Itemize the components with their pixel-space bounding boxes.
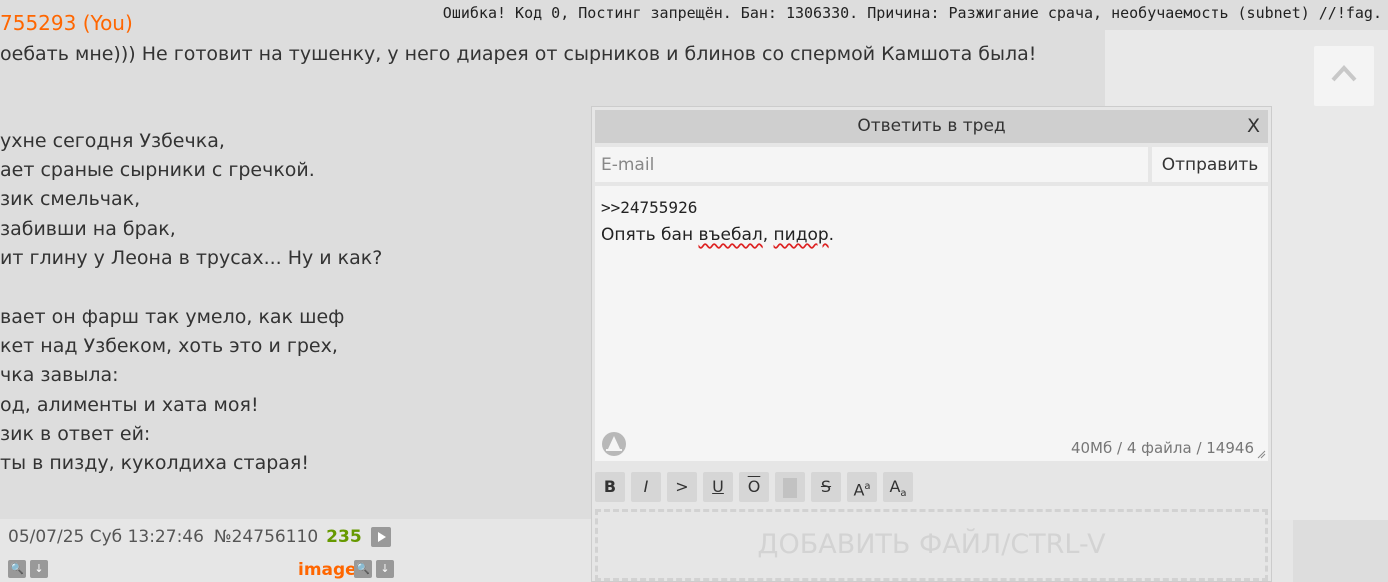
subscript-button[interactable]: Aa (883, 472, 913, 502)
post-text-line: чка завыла: (0, 364, 119, 386)
sail-logo-icon[interactable] (600, 431, 628, 457)
page: 755293 (You) оебать мне))) Не готовит на… (0, 0, 1388, 582)
post-views-count: 235 (326, 527, 362, 547)
sup-icon: a (864, 481, 871, 492)
sub-icon: a (900, 488, 907, 500)
post-text-line: вает он фарш так умело, как шеф (0, 306, 345, 328)
post-meta: 05/07/25 Суб 13:27:46 №24756110 235 (8, 527, 391, 547)
search-image-icon[interactable]: 🔍 (354, 560, 372, 578)
file-actions-right: 🔍 ↓ (354, 560, 394, 578)
markup-toolbar: B I > U O S Aa Aa (595, 472, 913, 502)
misspelled-word: пидор (773, 225, 829, 245)
chevron-up-icon (1331, 65, 1357, 82)
post-date: 05/07/25 Суб 13:27:46 (8, 527, 204, 547)
superscript-button[interactable]: Aa (847, 472, 877, 502)
bold-button[interactable]: B (595, 472, 625, 502)
comment-text-part: , (762, 225, 774, 245)
limits-counter: 40Мб / 4 файла / 14946 (1070, 439, 1254, 457)
scroll-to-top-button[interactable] (1314, 46, 1374, 106)
post-text-line: кет над Узбеком, хоть это и грех, (0, 335, 338, 357)
spoiler-button[interactable] (775, 472, 805, 502)
post-text-line: ухне сегодня Узбечка, (0, 130, 225, 152)
play-icon[interactable] (370, 527, 391, 547)
reply-link-text: >>24755926 (601, 198, 698, 217)
search-image-icon[interactable]: 🔍 (8, 560, 26, 578)
misspelled-word: въебал (698, 225, 763, 245)
reply-form: Ответить в тред X Отправить >>24755926 О… (591, 106, 1272, 582)
strike-button[interactable]: S (811, 472, 841, 502)
comment-textarea[interactable]: >>24755926 Опять бан въебал, пидор. 40Мб… (595, 186, 1268, 461)
overline-button[interactable]: O (739, 472, 769, 502)
post-text-line: од, алименты и хата моя! (0, 394, 259, 416)
post-text-line: зик в ответ ей: (0, 423, 151, 445)
post-text-line: оебать мне))) Не готовит на тушенку, у н… (0, 43, 1037, 65)
underline-button[interactable]: U (703, 472, 733, 502)
sup-label: A (853, 480, 865, 500)
post-text-line: ит глину у Леона в трусах... Ну и как? (0, 247, 383, 269)
spoiler-icon (783, 477, 797, 498)
resize-grip-icon[interactable] (1256, 449, 1266, 459)
quote-button[interactable]: > (667, 472, 697, 502)
post-author-link[interactable]: 755293 (You) (0, 11, 133, 35)
italic-button[interactable]: I (631, 472, 661, 502)
email-input[interactable] (595, 147, 1148, 182)
close-button[interactable]: X (1247, 110, 1260, 143)
post-text-line: забивши на брак, (0, 218, 176, 240)
comment-text: >>24755926 Опять бан въебал, пидор. (601, 194, 834, 249)
reply-form-title: Ответить в тред (857, 116, 1006, 136)
reply-form-header[interactable]: Ответить в тред X (595, 110, 1268, 143)
image-file-label[interactable]: image (298, 560, 357, 580)
submit-button[interactable]: Отправить (1152, 147, 1268, 182)
sub-label: A (889, 477, 901, 496)
error-message: Ошибка! Код 0, Постинг запрещён. Бан: 13… (438, 0, 1386, 28)
post-text-line: ает сраные сырники с гречкой. (0, 159, 315, 181)
download-icon[interactable]: ↓ (30, 560, 48, 578)
post-number-link[interactable]: №24756110 (214, 527, 318, 547)
download-icon[interactable]: ↓ (376, 560, 394, 578)
comment-text-part: . (828, 225, 835, 245)
post-text-line: зик смельчак, (0, 188, 141, 210)
file-actions-left: 🔍 ↓ (8, 560, 48, 578)
post-text-line: ты в пизду, куколдиха старая! (0, 452, 309, 474)
file-dropzone[interactable]: ДОБАВИТЬ ФАЙЛ/CTRL-V (595, 509, 1268, 581)
comment-text-part: Опять бан (601, 225, 699, 245)
